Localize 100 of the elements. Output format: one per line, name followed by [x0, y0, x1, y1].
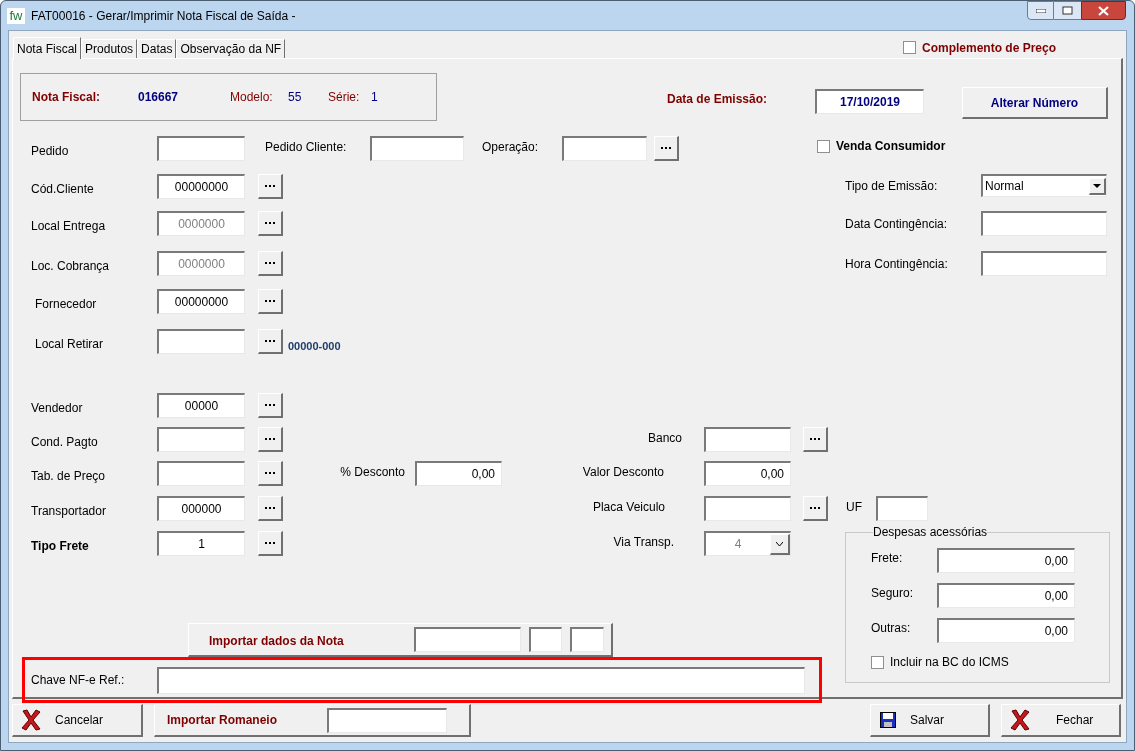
tab[interactable]: Observação da NF — [176, 39, 286, 58]
caret-icon — [1093, 183, 1101, 188]
text-field[interactable] — [704, 427, 791, 452]
field-label: Outras: — [871, 620, 912, 637]
postal-code: 00000-000 — [288, 339, 341, 354]
text-field[interactable]: 0,00 — [937, 583, 1075, 608]
checkbox[interactable] — [817, 139, 830, 153]
browse-button[interactable] — [258, 496, 283, 521]
text-field[interactable]: 00000000 — [157, 174, 245, 199]
field-label: Fornecedor — [35, 297, 97, 311]
browse-button[interactable] — [258, 329, 283, 354]
field-label: Loc. Cobrança — [31, 259, 110, 273]
field-label: Via Transp. — [613, 534, 674, 551]
text-field[interactable] — [157, 136, 245, 161]
field-label: Complemento de Preço — [921, 39, 1056, 57]
tab[interactable]: Datas — [137, 39, 177, 58]
browse-button[interactable] — [258, 251, 283, 276]
save-button[interactable]: Salvar — [870, 704, 990, 737]
text-field[interactable]: 000000 — [157, 496, 245, 521]
browse-button[interactable] — [654, 136, 679, 161]
text-field[interactable] — [414, 627, 521, 652]
text-field[interactable]: 00000000 — [157, 289, 245, 314]
close-form-button[interactable]: Fechar — [1001, 704, 1121, 737]
tab[interactable]: Nota Fiscal — [13, 37, 82, 59]
browse-button[interactable] — [258, 174, 283, 199]
field-label: Cód.Cliente — [31, 182, 94, 196]
field-label: Tipo de Emissão: — [845, 177, 939, 195]
text-field[interactable] — [704, 496, 791, 521]
field-label: % Desconto — [340, 464, 405, 481]
text-field[interactable]: 1 — [157, 531, 245, 556]
field-label: Transportador — [31, 504, 106, 518]
text-field[interactable] — [981, 211, 1107, 236]
field-label: Incluir na BC do ICMS — [890, 654, 1009, 671]
field-label: Operação: — [482, 139, 540, 156]
select-field[interactable]: Normal — [981, 174, 1107, 197]
field-label: Placa Veiculo — [592, 499, 665, 516]
import-invoice-label: Importar dados da Nota — [209, 633, 345, 650]
browse-button[interactable] — [258, 427, 283, 452]
checkbox[interactable] — [902, 41, 916, 54]
browse-button[interactable] — [803, 427, 828, 452]
series-value: 1 — [371, 89, 378, 106]
text-field[interactable]: 00000 — [157, 393, 245, 418]
close-button[interactable] — [1081, 1, 1126, 20]
field-label: Hora Contingência: — [845, 255, 949, 273]
text-field[interactable] — [157, 427, 245, 452]
maximize-button[interactable] — [1054, 1, 1081, 20]
text-field[interactable] — [327, 707, 447, 733]
text-field[interactable]: 0,00 — [937, 548, 1075, 573]
field-label: Data de Emissão: — [667, 91, 769, 108]
field-label: Tab. de Preço — [31, 469, 106, 483]
text-field[interactable] — [981, 251, 1107, 276]
field-label: Tipo Frete — [31, 539, 89, 553]
date-field[interactable]: 17/10/2019 — [815, 89, 924, 114]
text-field[interactable] — [529, 627, 562, 652]
text-field[interactable] — [370, 136, 464, 161]
field-label: Pedido Cliente: — [265, 139, 348, 156]
text-field[interactable] — [876, 496, 928, 521]
invoice-number: 016667 — [138, 89, 180, 106]
field-label: Local Retirar — [35, 337, 104, 351]
browse-button[interactable] — [258, 531, 283, 556]
field-label: UF — [846, 499, 862, 516]
field-label: Nota Fiscal: — [32, 89, 101, 106]
field-label: Valor Desconto — [582, 464, 664, 481]
text-field[interactable]: 0,00 — [704, 461, 791, 486]
minimize-icon — [1035, 8, 1046, 13]
group-title: Despesas acessórias — [873, 524, 988, 541]
cancel-button[interactable]: Cancelar — [12, 704, 143, 737]
cross-icon — [1008, 708, 1032, 732]
field-label: Seguro: — [871, 585, 915, 602]
field-label: Chave NF-e Ref.: — [31, 672, 126, 689]
checkbox[interactable] — [871, 655, 884, 669]
window-title: FAT00016 - Gerar/Imprimir Nota Fiscal de Saída - — [31, 7, 296, 25]
field-label: Venda Consumidor — [836, 138, 946, 155]
text-field[interactable] — [562, 136, 647, 161]
text-field[interactable]: 0,00 — [937, 618, 1075, 643]
field-label: Frete: — [871, 550, 904, 567]
browse-button[interactable] — [803, 496, 828, 521]
field-label: Banco — [647, 430, 682, 447]
import-romaneio-label: Importar Romaneio — [167, 712, 278, 729]
tab[interactable]: Produtos — [81, 39, 138, 58]
field-label: Vendedor — [31, 401, 83, 415]
change-number-button[interactable]: Alterar Número — [962, 87, 1108, 119]
text-field[interactable] — [157, 461, 245, 486]
browse-button[interactable] — [258, 461, 283, 486]
browse-button[interactable] — [258, 289, 283, 314]
text-field[interactable] — [157, 329, 245, 354]
text-field[interactable]: 0,00 — [415, 461, 502, 486]
field-label: Série: — [328, 89, 361, 106]
app-logo: fw — [7, 7, 25, 24]
field-label: Local Entrega — [31, 219, 106, 233]
field-label: Cond. Pagto — [31, 435, 98, 449]
field-label: Modelo: — [230, 89, 274, 106]
model-value: 55 — [288, 89, 303, 106]
text-field[interactable] — [157, 666, 805, 694]
browse-button[interactable] — [258, 393, 283, 418]
cross-icon — [19, 708, 43, 732]
minimize-button[interactable] — [1027, 1, 1054, 20]
field-label: Pedido — [31, 144, 69, 158]
browse-button[interactable] — [258, 211, 283, 236]
text-field[interactable] — [570, 627, 604, 652]
